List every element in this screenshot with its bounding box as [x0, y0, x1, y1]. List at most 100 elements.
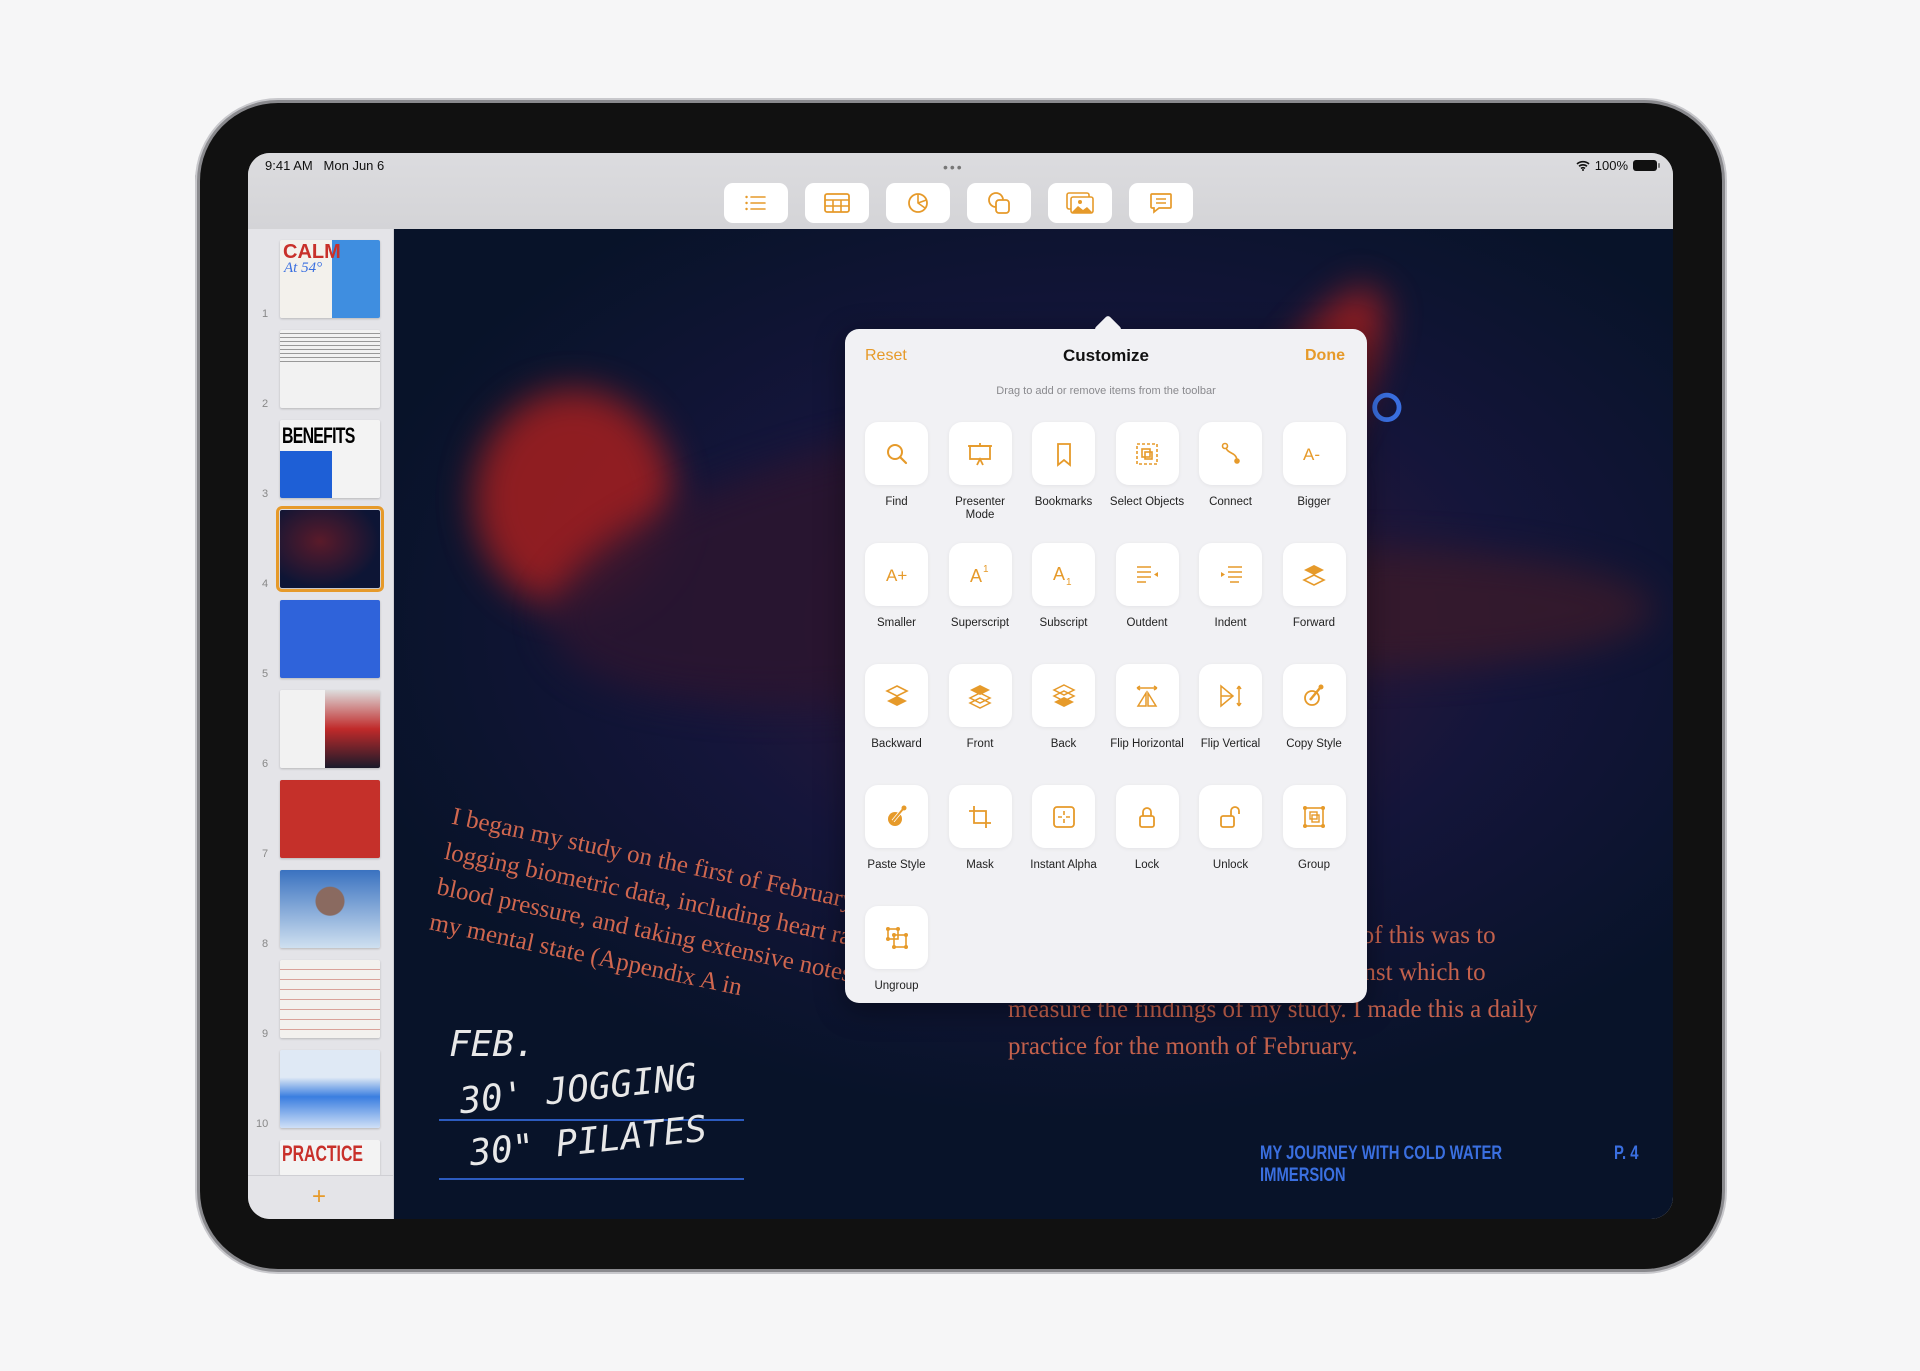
toolbar-item-flip-horizontal[interactable]: Flip Horizontal — [1110, 664, 1184, 785]
slide-thumbnail-6[interactable]: 6 — [248, 690, 394, 770]
add-slide-button[interactable]: + — [312, 1183, 326, 1211]
slide-canvas[interactable]: t 54° I began my study on the first of F… — [394, 229, 1673, 1219]
slide-thumbnail-5[interactable]: 5 — [248, 600, 394, 680]
slide-thumbnail-7[interactable]: 7 — [248, 780, 394, 860]
photo-icon — [1066, 192, 1094, 214]
toolbar-item-bookmarks[interactable]: Bookmarks — [1032, 422, 1095, 543]
toolbar-item-tile[interactable] — [1032, 785, 1095, 848]
toolbar-item-mask[interactable]: Mask — [948, 785, 1012, 906]
toolbar-item-label: Flip Horizontal — [1110, 738, 1184, 750]
toolbar-item-label: Presenter Mode — [955, 496, 1005, 521]
chart-button[interactable] — [886, 183, 950, 223]
toolbar-item-label: Front — [966, 738, 994, 750]
toolbar-item-tile[interactable] — [865, 422, 928, 485]
toolbar-item-tile[interactable]: A1 — [1032, 543, 1095, 606]
toolbar-item-tile[interactable]: A- — [1282, 422, 1346, 485]
toolbar-item-tile[interactable] — [1199, 785, 1262, 848]
media-button[interactable] — [1048, 183, 1112, 223]
toolbar-item-copy-style[interactable]: Copy Style — [1282, 664, 1346, 785]
toolbar-item-group[interactable]: Group — [1282, 785, 1346, 906]
multitasking-dots[interactable]: ••• — [943, 159, 964, 175]
send-back-icon — [1051, 683, 1077, 709]
toolbar-item-backward[interactable]: Backward — [865, 664, 928, 785]
table-icon — [824, 193, 850, 213]
list-button[interactable] — [724, 183, 788, 223]
toolbar-item-tile[interactable] — [1199, 422, 1262, 485]
toolbar-item-outdent[interactable]: Outdent — [1115, 543, 1179, 664]
slide-footer-title: MY JOURNEY WITH COLD WATER IMMERSION — [1260, 1143, 1503, 1186]
slide-number: 6 — [262, 758, 269, 770]
lock-icon — [1134, 804, 1160, 830]
toolbar-item-flip-vertical[interactable]: Flip Vertical — [1199, 664, 1262, 785]
toolbar-item-tile[interactable] — [1282, 785, 1346, 848]
toolbar-item-smaller[interactable]: A+ Smaller — [865, 543, 928, 664]
slide-thumbnail-10[interactable]: 10 — [248, 1050, 394, 1130]
table-button[interactable] — [805, 183, 869, 223]
toolbar-item-label: Connect — [1209, 496, 1252, 508]
toolbar-item-presenter-mode[interactable]: Presenter Mode — [948, 422, 1012, 543]
toolbar-item-tile[interactable] — [948, 785, 1012, 848]
toolbar-item-tile[interactable] — [1282, 543, 1346, 606]
toolbar-item-select-objects[interactable]: Select Objects — [1110, 422, 1184, 543]
toolbar-item-connect[interactable]: Connect — [1199, 422, 1262, 543]
toolbar-item-find[interactable]: Find — [865, 422, 928, 543]
toolbar-item-superscript[interactable]: A 1 Superscript — [948, 543, 1012, 664]
toolbar-item-tile[interactable] — [1115, 422, 1179, 485]
comment-button[interactable] — [1129, 183, 1193, 223]
slide-preview: BENEFITS — [280, 420, 380, 498]
slide-thumbnail-9[interactable]: 9 — [248, 960, 394, 1040]
toolbar-item-label: Ungroup — [874, 980, 919, 992]
toolbar-item-indent[interactable]: Indent — [1199, 543, 1262, 664]
toolbar-item-label: Back — [1050, 738, 1077, 750]
slide-thumbnail-8[interactable]: 8 — [248, 870, 394, 950]
toolbar-item-instant-alpha[interactable]: Instant Alpha — [1030, 785, 1097, 906]
popover-hint: Drag to add or remove items from the too… — [996, 385, 1216, 397]
toolbar-item-unlock[interactable]: Unlock — [1199, 785, 1262, 906]
toolbar-item-tile[interactable] — [948, 422, 1012, 485]
toolbar-item-label: Subscript — [1039, 617, 1088, 629]
slide-preview-selected — [276, 506, 384, 592]
slide-thumbnail-11[interactable]: PRACTICE — [248, 1140, 394, 1176]
slide-thumbnail-3[interactable]: 3 BENEFITS — [248, 420, 394, 500]
toolbar-item-tile[interactable] — [865, 906, 928, 969]
toolbar-item-tile[interactable] — [865, 664, 928, 727]
toolbar-item-tile[interactable] — [948, 664, 1012, 727]
toolbar-item-label: Superscript — [950, 617, 1010, 629]
toolbar-item-tile[interactable] — [1115, 543, 1179, 606]
svg-text:A: A — [970, 566, 982, 586]
toolbar-item-label: Unlock — [1212, 859, 1249, 871]
slide-preview — [280, 1050, 380, 1128]
toolbar-item-lock[interactable]: Lock — [1115, 785, 1179, 906]
toolbar-item-tile[interactable] — [1115, 664, 1179, 727]
slide-thumbnail-2[interactable]: 2 — [248, 330, 394, 410]
done-button[interactable]: Done — [1305, 347, 1345, 365]
toolbar-item-tile[interactable]: A1 — [948, 543, 1012, 606]
slide-preview: CALM At 54° — [280, 240, 380, 318]
toolbar-item-tile[interactable] — [865, 785, 928, 848]
slide-thumbnail-1[interactable]: 1 CALM At 54° — [248, 240, 394, 320]
toolbar-item-tile[interactable]: A+ — [865, 543, 928, 606]
presenter-icon — [967, 441, 993, 467]
shape-button[interactable] — [967, 183, 1031, 223]
bring-front-icon — [967, 683, 993, 709]
slide-thumbnail-4[interactable]: 4 — [248, 506, 394, 592]
toolbar-item-ungroup[interactable]: Ungroup — [865, 906, 928, 1027]
toolbar-item-tile[interactable] — [1282, 664, 1346, 727]
battery-icon — [1633, 160, 1660, 171]
reset-button[interactable]: Reset — [865, 347, 907, 365]
slide-number: 5 — [262, 668, 269, 680]
toolbar-item-label: Paste Style — [867, 859, 926, 871]
toolbar-item-tile[interactable] — [1115, 785, 1179, 848]
toolbar-item-forward[interactable]: Forward — [1282, 543, 1346, 664]
toolbar-item-subscript[interactable]: A 1 Subscript — [1032, 543, 1095, 664]
toolbar-item-tile[interactable] — [1032, 664, 1095, 727]
toolbar-item-back[interactable]: Back — [1032, 664, 1095, 785]
toolbar-item-paste-style[interactable]: Paste Style — [865, 785, 928, 906]
toolbar-item-tile[interactable] — [1199, 543, 1262, 606]
toolbar-item-bigger[interactable]: A- Bigger — [1282, 422, 1346, 543]
toolbar-item-tile[interactable] — [1032, 422, 1095, 485]
crop-icon — [967, 804, 993, 830]
popover-arrow — [1093, 314, 1123, 344]
toolbar-item-tile[interactable] — [1199, 664, 1262, 727]
toolbar-item-front[interactable]: Front — [948, 664, 1012, 785]
